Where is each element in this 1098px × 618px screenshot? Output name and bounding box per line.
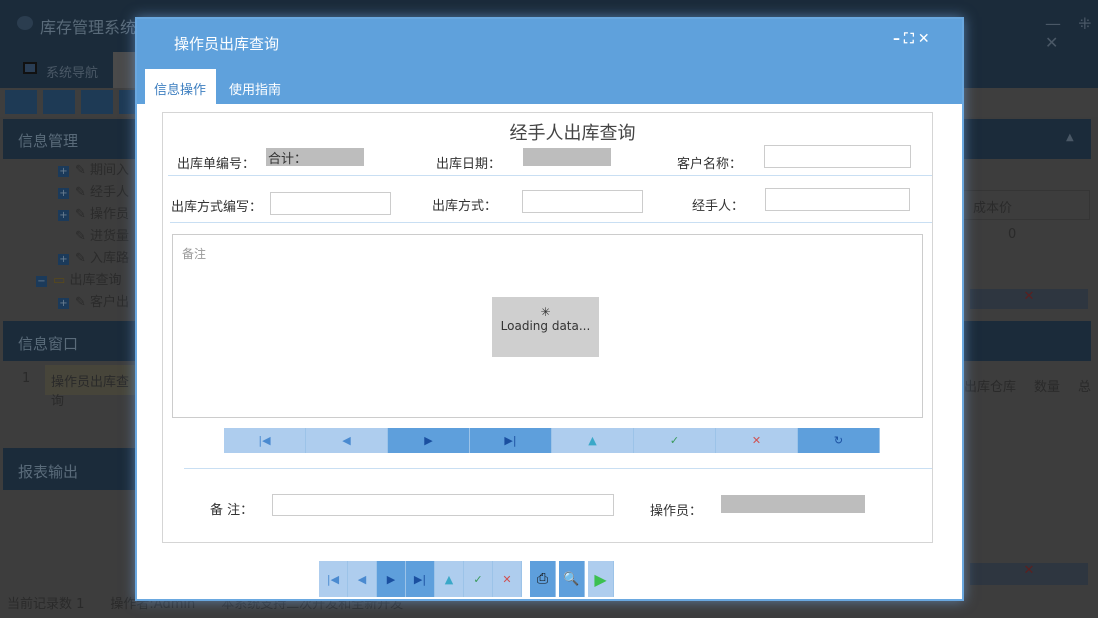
order-no-value: 合计：	[266, 148, 364, 167]
close-icon[interactable]: ✕	[918, 31, 934, 47]
customer-input[interactable]	[764, 145, 911, 168]
next-button[interactable]: ▶	[377, 561, 406, 597]
loading-text: Loading data...	[500, 319, 591, 333]
date-label: 出库日期：	[436, 157, 502, 172]
maximize-icon[interactable]: ⛶	[904, 31, 918, 47]
print-icon[interactable]: ⎙	[530, 561, 556, 597]
search-tool-icon[interactable]	[5, 90, 37, 114]
doc-tool-icon[interactable]	[81, 90, 113, 114]
report-title: 报表输出	[18, 463, 79, 481]
handler-input[interactable]	[765, 188, 910, 211]
handler-label: 经手人：	[692, 199, 745, 214]
form-heading: 经手人出库查询	[509, 123, 636, 144]
loading-mask: ✳ Loading data...	[492, 297, 599, 357]
delete-icon[interactable]: ✕	[970, 563, 1088, 585]
divider	[168, 175, 932, 176]
tree-item[interactable]: + ✎ 期间入	[58, 160, 129, 182]
operator-label: 操作员：	[650, 504, 703, 519]
app-title: 库存管理系统	[40, 18, 137, 37]
customer-label: 客户名称：	[677, 157, 743, 172]
divider	[170, 222, 932, 223]
next-record-button[interactable]: ▶	[388, 428, 470, 453]
tree-item[interactable]: + ✎ 客户出	[58, 292, 129, 314]
app-logo-icon	[17, 16, 33, 30]
info-window-title: 信息窗口	[18, 335, 79, 353]
info-mgmt-title: 信息管理	[18, 132, 79, 150]
list-tool-icon[interactable]	[43, 90, 75, 114]
run-icon[interactable]: ▶	[588, 561, 614, 597]
first-record-button[interactable]: |◀	[224, 428, 306, 453]
spinner-icon: ✳	[540, 305, 551, 319]
remark-label: 备 注：	[210, 503, 254, 518]
cancel-button[interactable]: ✕	[493, 561, 522, 597]
grid-navigator: |◀ ◀ ▶ ▶| ▲ ✓ ✕ ↻	[224, 428, 880, 453]
tab-user-guide[interactable]: 使用指南	[229, 79, 281, 98]
nav-icon	[23, 62, 37, 74]
app-window-controls[interactable]: — ⁜ ✕	[1045, 14, 1098, 52]
user-tool-icon[interactable]	[119, 90, 135, 114]
dialog-header: 操作员出库查询 –⛶✕ 信息操作 使用指南	[137, 19, 962, 104]
grid-header-remark: 备注	[182, 247, 207, 261]
operator-value	[721, 495, 865, 513]
method-input[interactable]	[522, 190, 643, 213]
delete-icon[interactable]: ✕	[970, 289, 1088, 309]
date-value	[523, 148, 611, 166]
window-row-index: 1	[22, 371, 31, 386]
tab-info-operation[interactable]: 信息操作	[145, 69, 216, 104]
collapse-icon[interactable]: ▲	[1066, 132, 1074, 143]
data-grid: 备注 ✳ Loading data...	[172, 234, 923, 418]
post-button[interactable]: ✓	[634, 428, 716, 453]
tree-item[interactable]: + ✎ 经手人	[58, 182, 129, 204]
method-label: 出库方式：	[432, 199, 498, 214]
insert-button[interactable]: ▲	[435, 561, 464, 597]
refresh-button[interactable]: ↻	[798, 428, 880, 453]
cost-value: 0	[1008, 227, 1017, 242]
method-abbr-input[interactable]	[270, 192, 391, 215]
first-button[interactable]: |◀	[319, 561, 348, 597]
method-abbr-label: 出库方式编写：	[171, 200, 263, 215]
remark-input[interactable]	[272, 494, 614, 516]
minimize-icon[interactable]: –	[893, 31, 904, 47]
tree-folder[interactable]: − ▭ 出库查询	[36, 270, 129, 292]
prev-button[interactable]: ◀	[348, 561, 377, 597]
nav-tree: + ✎ 期间入 + ✎ 经手人 + ✎ 操作员 ✎ 进货量 + ✎ 入库路 − ▭ 出库查…	[36, 160, 129, 314]
tab-system-nav[interactable]: 系统导航	[46, 62, 98, 81]
last-button[interactable]: ▶|	[406, 561, 435, 597]
post-button[interactable]: ✓	[464, 561, 493, 597]
form-panel: 经手人出库查询 出库单编号： 合计： 出库日期： 客户名称： 出库方式编写： 出…	[162, 112, 933, 543]
main-navigator: |◀ ◀ ▶ ▶| ▲ ✓ ✕ ⎙ 🔍 ▶	[319, 561, 614, 597]
tree-item[interactable]: + ✎ 操作员	[58, 204, 129, 226]
dialog-title: 操作员出库查询	[174, 35, 280, 53]
cost-col-header: 成本价	[960, 190, 1090, 220]
divider	[184, 468, 932, 469]
order-no-label: 出库单编号：	[177, 157, 256, 172]
tree-item[interactable]: ✎ 进货量	[58, 226, 129, 248]
insert-button[interactable]: ▲	[552, 428, 634, 453]
tree-item[interactable]: + ✎ 入库路	[58, 248, 129, 270]
window-row[interactable]: 操作员出库查询	[45, 365, 135, 409]
dialog: 操作员出库查询 –⛶✕ 信息操作 使用指南 经手人出库查询 出库单编号： 合计：…	[135, 17, 964, 601]
grid2-headers: 出库仓库 数量总	[964, 380, 1092, 395]
prev-record-button[interactable]: ◀	[306, 428, 388, 453]
dialog-controls[interactable]: –⛶✕	[893, 31, 934, 47]
print-preview-icon[interactable]: 🔍	[559, 561, 585, 597]
last-record-button[interactable]: ▶|	[470, 428, 552, 453]
cancel-button[interactable]: ✕	[716, 428, 798, 453]
